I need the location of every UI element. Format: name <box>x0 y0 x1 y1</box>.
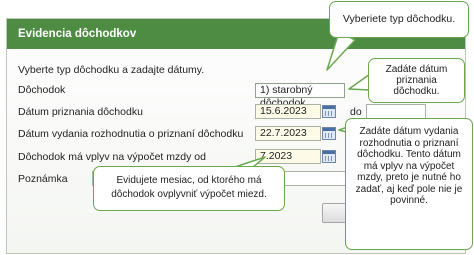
type-hint-callout: Vyberiete typ dôchodku. <box>329 1 469 38</box>
decision-hint-callout: Zadáte dátum vydania rozhodnutia o prizn… <box>345 118 473 250</box>
month-hint-callout: Evidujete mesiac, od ktorého má dôchodok… <box>93 166 285 211</box>
date-hint-callout: Zadáte dátum priznania dôchodku. <box>368 58 465 103</box>
